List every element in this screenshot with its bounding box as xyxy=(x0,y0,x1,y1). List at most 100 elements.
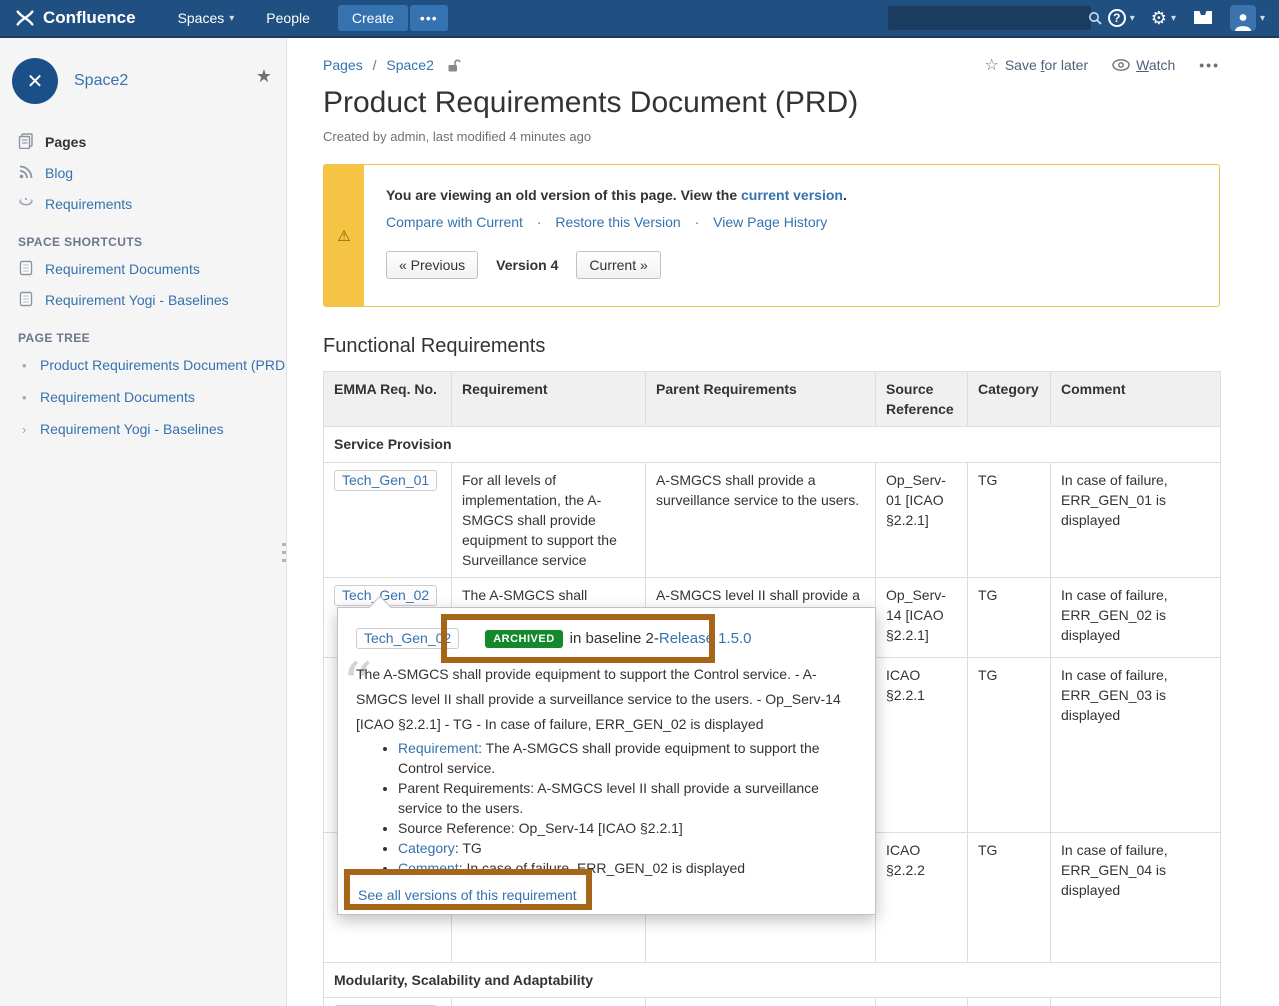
star-outline-icon: ☆ xyxy=(984,55,998,75)
tray-icon xyxy=(1192,9,1214,27)
shortcut-requirement-yogi-baselines[interactable]: Requirement Yogi - Baselines xyxy=(0,284,286,315)
sidebar-item-blog[interactable]: Blog xyxy=(0,157,286,188)
current-version-button[interactable]: Current » xyxy=(576,251,660,279)
help-menu[interactable]: ? ▾ xyxy=(1108,9,1135,27)
page-tree-header: PAGE TREE xyxy=(0,315,286,349)
warning-icon: ⚠ xyxy=(337,227,350,245)
space-sidebar: ✕ Space2 ★ Pages Blog Requirements SPACE… xyxy=(0,38,287,1006)
requirement-tooltip-popup: Tech_Gen_02 ARCHIVED in baseline 2- Rele… xyxy=(337,607,876,915)
previous-version-button[interactable]: « Previous xyxy=(386,251,478,279)
cell-comment: In case of failure xyxy=(1051,998,1221,1006)
popup-req-badge[interactable]: Tech_Gen_02 xyxy=(356,628,459,649)
confluence-logo[interactable]: Confluence xyxy=(0,7,162,29)
sidebar-item-requirements[interactable]: Requirements xyxy=(0,188,286,219)
page-title: Product Requirements Document (PRD) xyxy=(323,86,1220,120)
see-all-versions-link[interactable]: See all versions of this requirement xyxy=(358,887,577,903)
search-box[interactable] xyxy=(887,5,1092,31)
col-header-category: Category xyxy=(968,372,1051,427)
cell-category: TG xyxy=(968,463,1051,578)
col-header-parent: Parent Requirements xyxy=(646,372,876,427)
document-icon xyxy=(18,291,35,308)
col-header-source: Source Reference xyxy=(876,372,968,427)
brand-name: Confluence xyxy=(43,8,136,28)
save-for-later-button[interactable]: ☆ Save for later xyxy=(984,55,1088,75)
category-link[interactable]: Category xyxy=(398,840,455,856)
nav-spaces[interactable]: Spaces▾ xyxy=(162,0,251,36)
table-header-row: EMMA Req. No. Requirement Parent Require… xyxy=(324,372,1221,427)
version-links: Compare with Current · Restore this Vers… xyxy=(386,214,1219,230)
page-byline: Created by admin, last modified 4 minute… xyxy=(323,129,1220,144)
current-version-link[interactable]: current version xyxy=(741,187,843,203)
cell-comment: In case of failure, ERR_GEN_01 is displa… xyxy=(1051,463,1221,578)
bullet-icon: • xyxy=(22,358,30,373)
release-link[interactable]: Release 1.5.0 xyxy=(659,630,752,647)
cell-category: TG xyxy=(968,998,1051,1006)
breadcrumb-space2[interactable]: Space2 xyxy=(386,57,433,73)
req-badge-tech-gen-01[interactable]: Tech_Gen_01 xyxy=(334,470,437,491)
create-button[interactable]: Create xyxy=(338,5,408,31)
breadcrumb-pages[interactable]: Pages xyxy=(323,57,363,73)
sidebar-resize-handle[interactable] xyxy=(282,543,286,567)
restore-this-version-link[interactable]: Restore this Version xyxy=(555,214,680,230)
nav-people[interactable]: People xyxy=(250,0,326,36)
avatar xyxy=(1230,5,1256,31)
version-label: Version 4 xyxy=(496,257,558,273)
section-title: Functional Requirements xyxy=(323,335,1220,358)
top-navigation: Confluence Spaces▾ People Create ••• ? ▾… xyxy=(0,0,1279,38)
view-page-history-link[interactable]: View Page History xyxy=(713,214,827,230)
search-input[interactable] xyxy=(888,11,1080,26)
breadcrumb: Pages / Space2 xyxy=(323,57,434,73)
rss-icon xyxy=(18,164,35,181)
space-name-link[interactable]: Space2 xyxy=(74,72,128,90)
tree-item-requirement-documents[interactable]: • Requirement Documents xyxy=(0,381,286,413)
tree-item-requirement-yogi[interactable]: › Requirement Yogi - Baselines xyxy=(0,413,286,445)
tree-item-prd[interactable]: • Product Requirements Document (PRD xyxy=(0,349,286,381)
group-row-service-provision: Service Provision xyxy=(324,427,1221,463)
archived-badge: ARCHIVED xyxy=(485,630,562,648)
question-icon: ? xyxy=(1108,9,1126,27)
save-for-later-label: Save for later xyxy=(1005,57,1088,73)
compare-with-current-link[interactable]: Compare with Current xyxy=(386,214,523,230)
create-more-button[interactable]: ••• xyxy=(410,5,448,31)
chevron-down-icon: ▾ xyxy=(1130,13,1135,24)
shortcut-requirement-documents[interactable]: Requirement Documents xyxy=(0,253,286,284)
search-icon[interactable] xyxy=(1080,11,1110,25)
cell-source: ICAO §2.2.2 xyxy=(876,833,968,963)
cell-parent: A-SMGCS shall provide a surveillance ser… xyxy=(646,463,876,578)
space-logo[interactable]: ✕ xyxy=(12,58,58,104)
chevron-down-icon: ▾ xyxy=(1260,13,1265,24)
notifications-tray[interactable] xyxy=(1192,9,1214,27)
unlock-icon[interactable] xyxy=(446,58,461,73)
sidebar-item-pages[interactable]: Pages xyxy=(0,126,286,157)
eye-icon xyxy=(1112,59,1130,71)
old-version-banner: ⚠ You are viewing an old version of this… xyxy=(323,164,1220,307)
archived-text: in baseline 2- xyxy=(570,630,659,647)
col-header-requirement: Requirement xyxy=(452,372,646,427)
gear-icon: ⚙ xyxy=(1151,9,1167,27)
cell-source: Op_Serv-14 [ICAO §2.2.1] xyxy=(876,578,968,658)
table-row: Tech_Gen_01 For all levels of implementa… xyxy=(324,463,1221,578)
confluence-logo-icon xyxy=(14,7,36,29)
cell-source: Op_Pe-1 xyxy=(876,998,968,1006)
star-icon[interactable]: ★ xyxy=(256,66,272,87)
settings-menu[interactable]: ⚙ ▾ xyxy=(1151,9,1176,27)
popup-detail-list: Requirement: The A-SMGCS shall provide e… xyxy=(398,738,857,878)
document-icon xyxy=(18,260,35,277)
comment-link[interactable]: Comment xyxy=(398,860,459,876)
cell-parent: An A-SMGCS shall be composed xyxy=(646,998,876,1006)
cell-category: TG xyxy=(968,833,1051,963)
cell-comment: In case of failure, ERR_GEN_03 is displa… xyxy=(1051,658,1221,833)
cell-category: TG xyxy=(968,658,1051,833)
popup-bullet-parent: Parent Requirements: A-SMGCS level II sh… xyxy=(398,778,857,818)
table-row: Tech_Gen_05 The A-SMGCS equipment An A-S… xyxy=(324,998,1221,1006)
popup-quote-text: The A-SMGCS shall provide equipment to s… xyxy=(356,662,857,737)
chevron-down-icon: ▾ xyxy=(1171,13,1176,24)
cell-comment: In case of failure, ERR_GEN_04 is displa… xyxy=(1051,833,1221,963)
group-row-modularity: Modularity, Scalability and Adaptability xyxy=(324,963,1221,998)
page-more-button[interactable]: ••• xyxy=(1199,57,1220,73)
watch-button[interactable]: Watch xyxy=(1112,57,1175,73)
requirement-link[interactable]: Requirement xyxy=(398,740,478,756)
cell-category: TG xyxy=(968,578,1051,658)
user-menu[interactable]: ▾ xyxy=(1230,5,1265,31)
col-header-req-no: EMMA Req. No. xyxy=(324,372,452,427)
